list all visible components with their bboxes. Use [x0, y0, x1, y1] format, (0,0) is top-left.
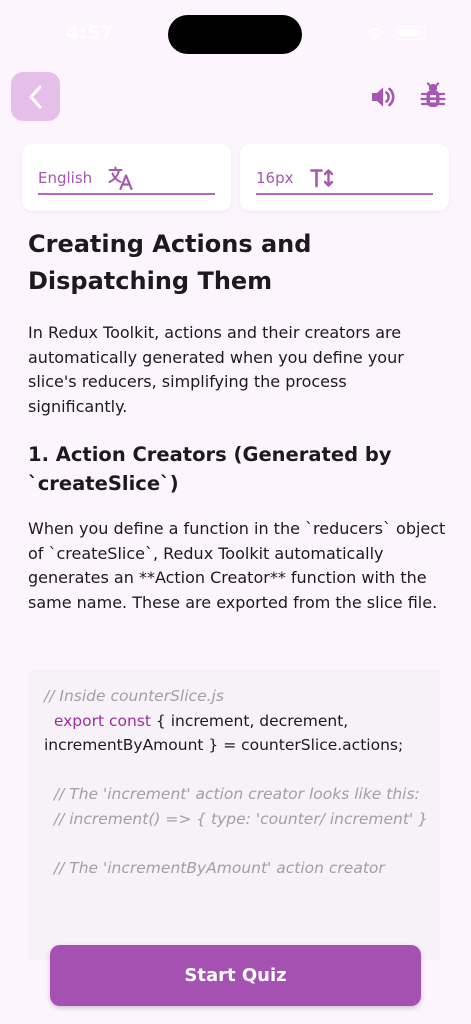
code-comment: // The 'incrementByAmount' action creato… — [44, 859, 385, 878]
section-title: 1. Action Creators (Generated by `create… — [28, 443, 392, 495]
status-time: 4:57 — [66, 22, 114, 44]
bug-icon — [420, 82, 446, 107]
font-size-card: 16px — [240, 144, 449, 211]
code-comment: // The 'increment' action creator looks … — [44, 785, 420, 804]
code-text: // Inside counterSlice.js export const {… — [44, 684, 430, 881]
code-keyword: export const — [53, 711, 151, 730]
code-block[interactable]: // Inside counterSlice.js export const {… — [28, 670, 440, 960]
page-title: Creating Actions and Dispatching Them — [28, 230, 312, 295]
section-paragraph: When you define a function in the `reduc… — [28, 519, 446, 612]
text-size-icon — [309, 168, 334, 188]
code-comment: // increment() => { type: 'counter/ incr… — [44, 809, 429, 828]
wifi-icon — [366, 28, 384, 41]
chevron-left-icon — [29, 85, 41, 108]
lesson-content: Creating Actions and Dispatching Them In… — [28, 226, 448, 612]
start-quiz-button[interactable]: Start Quiz — [50, 945, 421, 1006]
font-size-value: 16px — [256, 168, 294, 187]
sound-button[interactable] — [369, 83, 397, 111]
speaker-icon — [372, 87, 395, 107]
language-value: English — [38, 168, 93, 187]
bug-button[interactable] — [418, 82, 448, 112]
translate-icon — [108, 166, 134, 190]
status-bar: 4:57 — [0, 0, 471, 64]
battery-icon — [395, 26, 425, 40]
font-size-selector[interactable]: 16px — [256, 162, 433, 195]
language-selector[interactable]: English — [38, 162, 215, 195]
code-comment: // Inside counterSlice.js — [44, 687, 224, 705]
dynamic-island — [168, 15, 302, 54]
language-card: English — [22, 144, 231, 211]
intro-paragraph: In Redux Toolkit, actions and their crea… — [28, 323, 404, 416]
back-button[interactable] — [11, 72, 60, 121]
